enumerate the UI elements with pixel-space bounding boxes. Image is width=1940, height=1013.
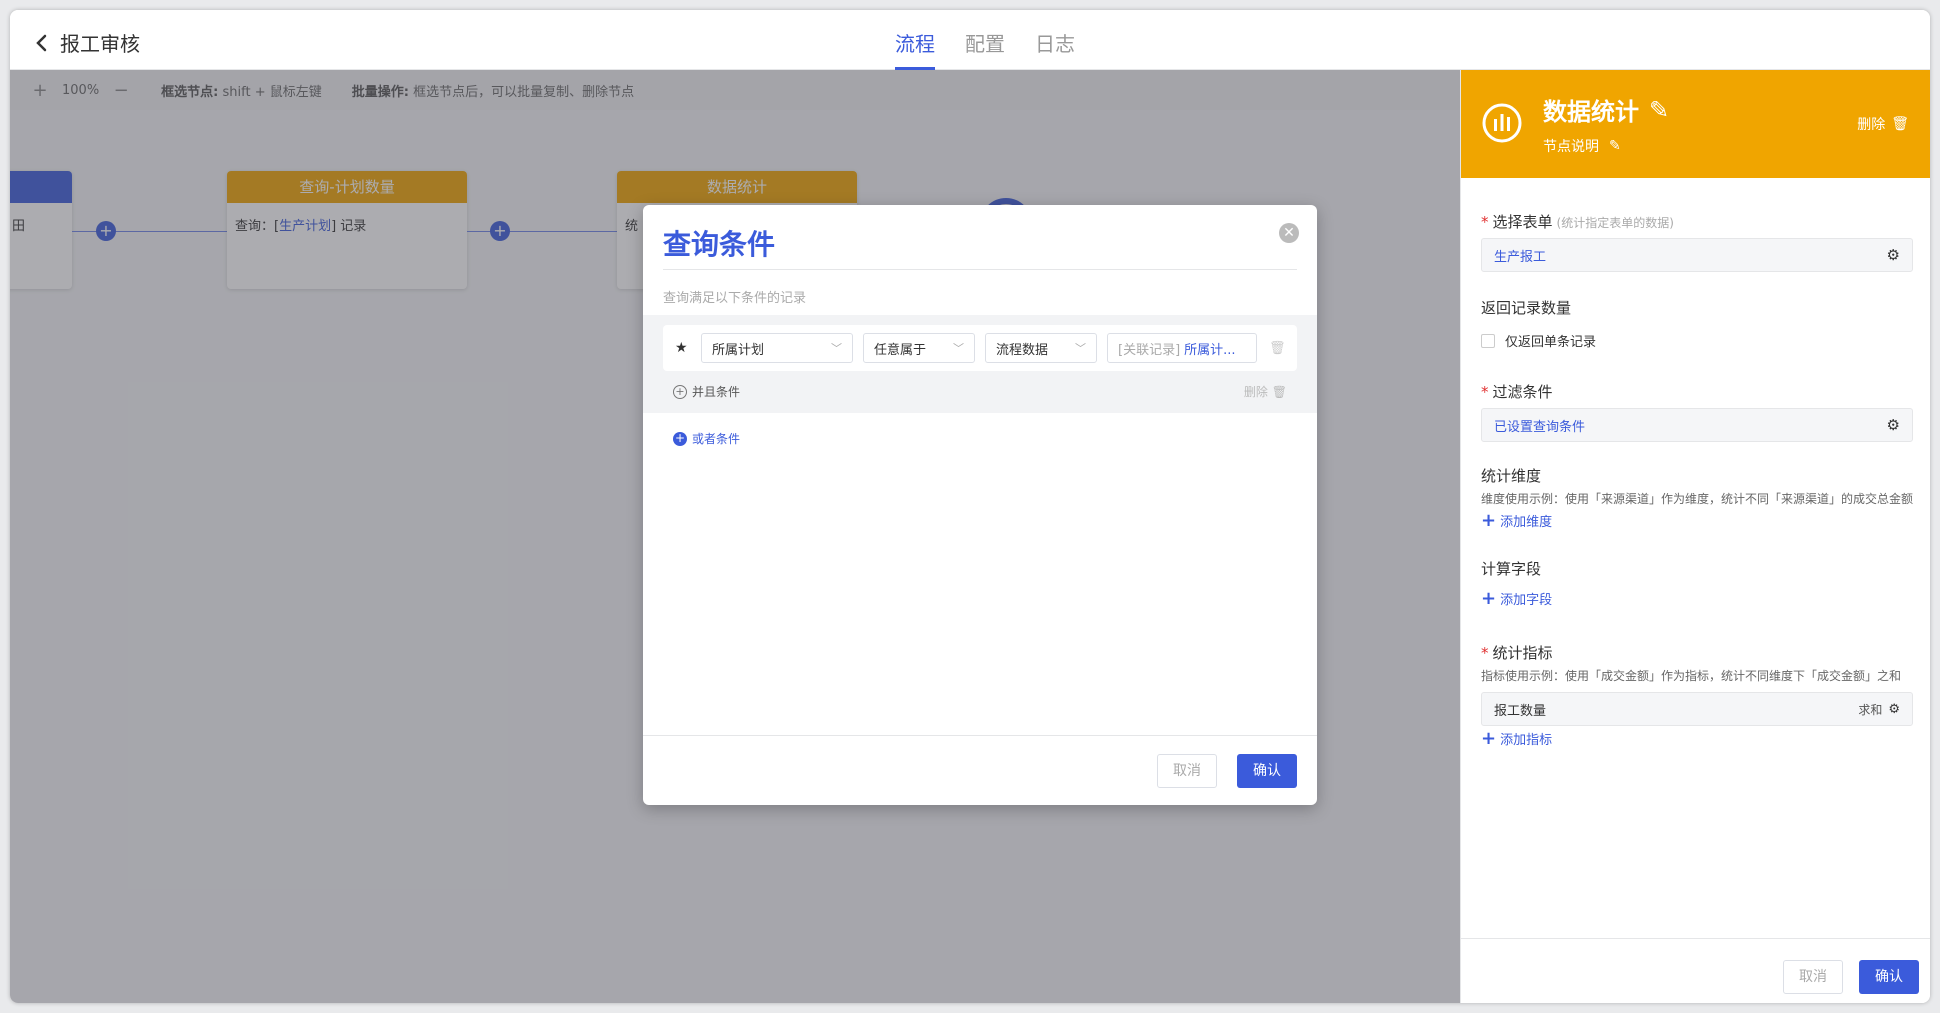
dialog-cancel-button[interactable]: 取消 <box>1157 754 1217 788</box>
dimension-note: 维度使用示例：使用「来源渠道」作为维度，统计不同「来源渠道」的成交总金额 <box>1481 492 1914 506</box>
calc-field-label: 计算字段 <box>1481 560 1542 578</box>
panel-title: 数据统计 ✎ <box>1543 95 1670 127</box>
chevron-down-icon: ﹀ <box>1075 342 1086 355</box>
node-config-panel: 数据统计 ✎ 节点说明 ✎ 删除 🗑 * 选择表单 (统计指定表单的数据) 生产报工 ⚙… <box>1460 70 1930 1003</box>
query-condition-dialog: 查询条件 ✕ 查询满足以下条件的记录 ★ 所属计划 ﹀ 任意属于 ﹀ 流程数据 ﹀ [… <box>643 205 1317 805</box>
value-input[interactable]: [关联记录] 所属计... <box>1107 333 1257 363</box>
chevron-left-icon <box>36 34 47 51</box>
plus-circle-icon: + <box>673 430 687 446</box>
trash-icon: 🗑 <box>1891 116 1909 132</box>
source-select[interactable]: 流程数据 ﹀ <box>985 333 1097 363</box>
return-count-label: 返回记录数量 <box>1481 299 1572 317</box>
gear-icon[interactable]: ⚙ <box>1887 246 1900 264</box>
delete-node-button[interactable]: 删除 🗑 <box>1857 114 1909 134</box>
dialog-subtitle: 查询满足以下条件的记录 <box>663 291 807 306</box>
dimension-label: 统计维度 <box>1481 467 1542 485</box>
divider <box>663 269 1297 270</box>
tab-config[interactable]: 配置 <box>950 10 1020 70</box>
filter-field[interactable]: 已设置查询条件 ⚙ <box>1481 408 1913 442</box>
trash-icon: 🗑 <box>1271 385 1287 399</box>
add-field-button[interactable]: + 添加字段 <box>1481 588 1552 609</box>
add-metric-button[interactable]: + 添加指标 <box>1481 728 1552 749</box>
filter-label: * 过滤条件 <box>1481 383 1553 401</box>
condition-group: ★ 所属计划 ﹀ 任意属于 ﹀ 流程数据 ﹀ [关联记录] 所属计... 🗑 + 并且条… <box>643 315 1317 413</box>
gear-icon[interactable]: ⚙ <box>1888 702 1900 717</box>
star-icon: ★ <box>675 340 688 356</box>
plus-icon: + <box>1481 728 1497 749</box>
condition-row: ★ 所属计划 ﹀ 任意属于 ﹀ 流程数据 ﹀ [关联记录] 所属计... 🗑 <box>663 325 1297 371</box>
panel-cancel-button[interactable]: 取消 <box>1783 960 1843 994</box>
metric-field[interactable]: 报工数量 求和 ⚙ <box>1481 692 1913 726</box>
plus-circle-icon: + <box>673 384 687 399</box>
chevron-down-icon: ﹀ <box>953 342 964 355</box>
close-icon[interactable]: ✕ <box>1279 223 1299 243</box>
panel-header: 数据统计 ✎ 节点说明 ✎ 删除 🗑 <box>1461 70 1930 178</box>
select-form-label: * 选择表单 (统计指定表单的数据) <box>1481 213 1674 231</box>
edit-icon[interactable]: ✎ <box>1609 138 1621 154</box>
field-select[interactable]: 所属计划 ﹀ <box>701 333 853 363</box>
plus-icon: + <box>1481 510 1497 531</box>
top-header: 报工审核 流程 配置 日志 <box>10 10 1930 70</box>
add-dimension-button[interactable]: + 添加维度 <box>1481 510 1552 531</box>
metric-aggregation[interactable]: 求和 ⚙ <box>1858 701 1900 718</box>
operator-select[interactable]: 任意属于 ﹀ <box>863 333 975 363</box>
app-window: 报工审核 流程 配置 日志 + 100% − 框选节点: shift + 鼠标左… <box>10 10 1930 1003</box>
dialog-confirm-button[interactable]: 确认 <box>1237 754 1297 788</box>
tab-flow[interactable]: 流程 <box>880 10 950 70</box>
chevron-down-icon: ﹀ <box>831 342 842 355</box>
divider <box>643 735 1317 736</box>
add-and-condition-button[interactable]: + 并且条件 <box>673 383 740 400</box>
tab-log[interactable]: 日志 <box>1020 10 1090 70</box>
return-single-checkbox[interactable]: 仅返回单条记录 <box>1481 331 1596 350</box>
select-form-field[interactable]: 生产报工 ⚙ <box>1481 238 1913 272</box>
plus-icon: + <box>1481 588 1497 609</box>
checkbox[interactable] <box>1481 333 1495 348</box>
gear-icon[interactable]: ⚙ <box>1887 416 1900 434</box>
add-or-condition-button[interactable]: + 或者条件 <box>673 430 740 447</box>
divider <box>1461 938 1930 939</box>
edit-icon[interactable]: ✎ <box>1649 96 1669 124</box>
metric-label: * 统计指标 <box>1481 644 1553 662</box>
back-button[interactable]: 报工审核 <box>32 28 140 57</box>
dialog-title: 查询条件 <box>663 228 776 261</box>
tab-bar: 流程 配置 日志 <box>880 10 1090 70</box>
delete-group-button[interactable]: 删除 🗑 <box>1244 383 1287 400</box>
metric-note: 指标使用示例：使用「成交金额」作为指标，统计不同维度下「成交金额」之和 <box>1481 669 1902 683</box>
bar-chart-icon <box>1482 103 1522 143</box>
trash-icon[interactable]: 🗑 <box>1269 341 1286 356</box>
node-description: 节点说明 ✎ <box>1543 138 1621 155</box>
panel-confirm-button[interactable]: 确认 <box>1859 960 1919 994</box>
page-title: 报工审核 <box>60 32 140 56</box>
